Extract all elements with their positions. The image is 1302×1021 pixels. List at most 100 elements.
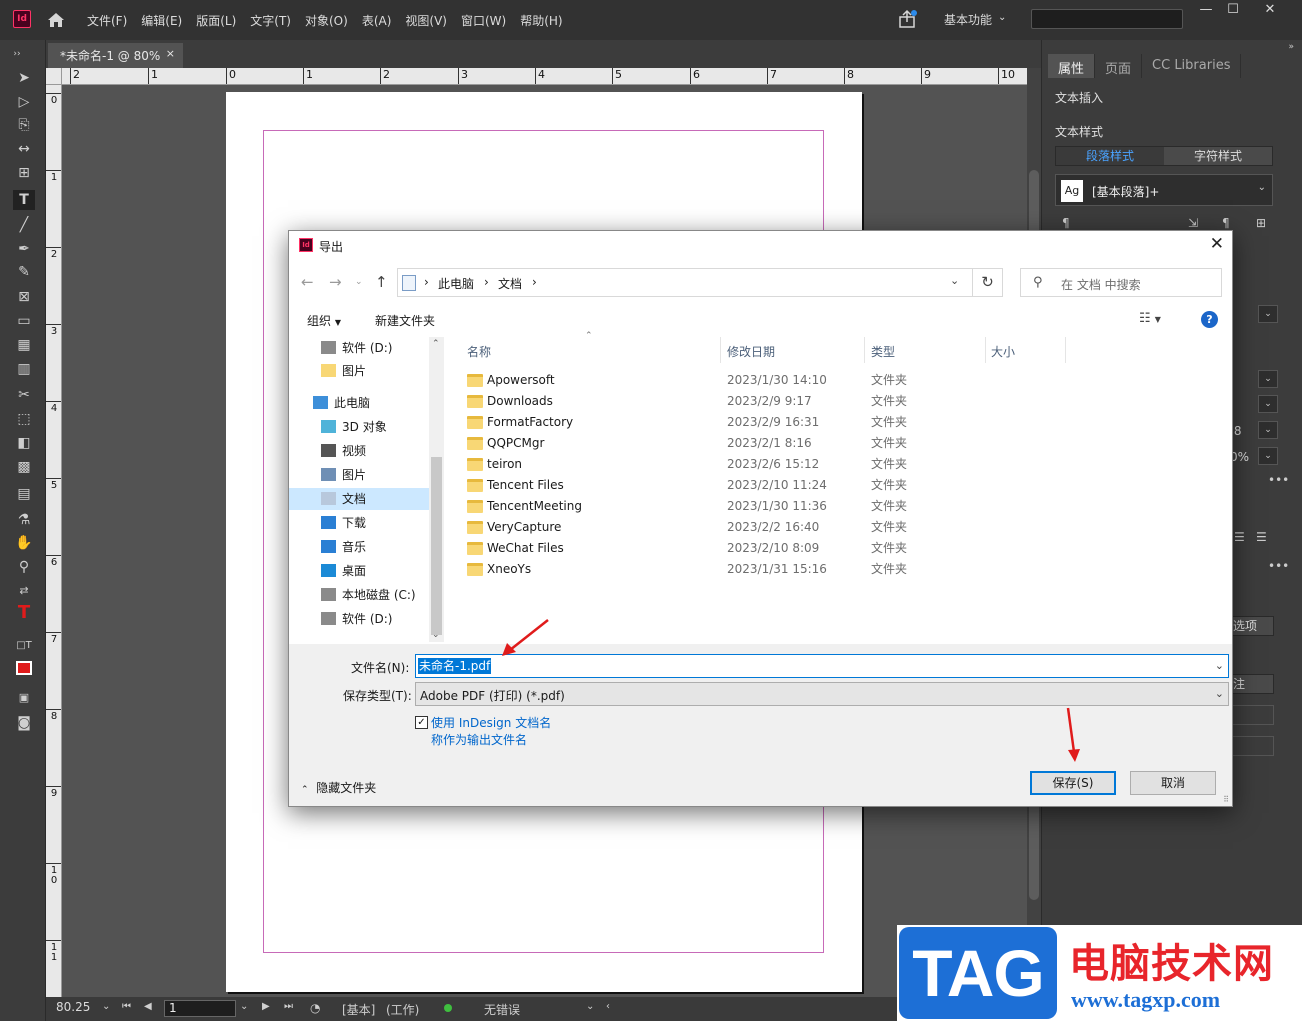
file-row[interactable]: Apowersoft 2023/1/30 14:10 文件夹 (459, 370, 1059, 391)
column-name[interactable]: 名称 (467, 343, 491, 360)
menu-item[interactable]: 文字(T) (243, 12, 298, 29)
nav-item[interactable]: 软件 (D:) (289, 337, 429, 359)
direct-selection-tool-icon[interactable]: ▷ (13, 92, 35, 112)
column-size[interactable]: 大小 (991, 343, 1015, 360)
options-button[interactable]: 选项 (1228, 616, 1274, 636)
line-tool-icon[interactable]: ╱ (13, 215, 35, 235)
table-tool-icon[interactable]: ▦ (13, 335, 35, 355)
eyedropper-tool-icon[interactable]: ⚗ (13, 510, 35, 530)
chevron-right-icon[interactable]: › (532, 275, 537, 289)
nav-item[interactable]: 视频 (289, 440, 429, 462)
pilcrow-icon[interactable]: ¶ (1062, 216, 1070, 230)
hide-folders-toggle[interactable]: ⌃ 隐藏文件夹 (301, 779, 376, 796)
new-style-icon[interactable]: ⊞ (1256, 216, 1266, 230)
menu-item[interactable]: 表(A) (355, 12, 399, 29)
rectangle-frame-tool-icon[interactable]: ⊠ (13, 287, 35, 307)
cancel-button[interactable]: 取消 (1130, 771, 1216, 795)
file-row[interactable]: QQPCMgr 2023/2/1 8:16 文件夹 (459, 433, 1059, 454)
scissors-tool-icon[interactable]: ✂ (13, 385, 35, 405)
fill-stroke-icon[interactable]: T (13, 603, 35, 623)
close-dialog-button[interactable]: ✕ (1210, 234, 1224, 254)
use-document-name-checkbox[interactable]: ✓ (415, 716, 428, 729)
maximize-button[interactable]: ☐ (1217, 2, 1249, 22)
file-row[interactable]: teiron 2023/2/6 15:12 文件夹 (459, 454, 1059, 475)
file-row[interactable]: Downloads 2023/2/9 9:17 文件夹 (459, 391, 1059, 412)
recent-locations-icon[interactable]: ⌄ (355, 277, 363, 287)
collapse-icon[interactable]: ›› (6, 44, 28, 64)
view-options-icon[interactable]: ☷ ▼ (1139, 311, 1161, 326)
resize-grip-icon[interactable]: ⠿ (1223, 795, 1229, 804)
tab-properties[interactable]: 属性 (1048, 54, 1096, 78)
vertical-ruler[interactable]: 0 1 2 3 4 5 6 7 8 9 1 0 1 1 (46, 85, 62, 997)
page-tool-icon[interactable]: ⎘ (13, 115, 35, 135)
tab-paragraph-style[interactable]: 段落样式 (1056, 147, 1164, 165)
free-transform-tool-icon[interactable]: ⬚ (13, 409, 35, 429)
breadcrumb-documents[interactable]: 文档 (498, 275, 522, 292)
document-tab[interactable]: *未命名-1 @ 80% × (48, 43, 183, 68)
tab-character-style[interactable]: 字符样式 (1164, 147, 1272, 165)
clear-overrides-icon[interactable]: ¶ (1222, 216, 1230, 230)
menu-item[interactable]: 版面(L) (189, 12, 243, 29)
chevron-down-icon[interactable]: ⌄ (950, 274, 959, 287)
column-divider[interactable] (985, 337, 986, 363)
breadcrumb-this-pc[interactable]: 此电脑 (438, 275, 474, 292)
refresh-icon[interactable]: ↻ (973, 268, 1003, 297)
new-folder-button[interactable]: 新建文件夹 (375, 312, 435, 329)
note-tool-icon[interactable]: ▤ (13, 484, 35, 504)
nav-item[interactable]: 桌面 (289, 560, 429, 582)
menu-item[interactable]: 帮助(H) (513, 12, 569, 29)
type-tool-icon[interactable]: T (13, 190, 35, 210)
chevron-right-icon[interactable]: › (424, 275, 429, 289)
close-window-button[interactable]: ✕ (1254, 2, 1286, 22)
nav-item[interactable]: 本地磁盘 (C:) (289, 584, 429, 606)
note-button[interactable]: 注 (1228, 674, 1274, 694)
column-divider[interactable] (1065, 337, 1066, 363)
organize-button[interactable]: 组织 ▼ (307, 312, 341, 329)
error-status[interactable]: 无错误 (484, 1001, 520, 1018)
menu-item[interactable]: 编辑(E) (134, 12, 189, 29)
filetype-select[interactable]: Adobe PDF (打印) (*.pdf) ⌄ (415, 682, 1229, 706)
justify-icon[interactable]: ☰ (1256, 530, 1267, 544)
nav-item[interactable]: 文档 (289, 488, 429, 510)
global-search-input[interactable] (1031, 9, 1183, 29)
nav-item[interactable]: 此电脑 (289, 392, 429, 414)
help-icon[interactable]: ? (1201, 311, 1218, 328)
file-row[interactable]: Tencent Files 2023/2/10 11:24 文件夹 (459, 475, 1059, 496)
dialog-titlebar[interactable]: Id 导出 ✕ (289, 231, 1232, 261)
nav-item[interactable]: 图片 (289, 464, 429, 486)
chevron-right-icon[interactable]: › (484, 275, 489, 289)
more-options-icon[interactable]: ••• (1268, 559, 1289, 573)
panel-field[interactable] (1228, 736, 1274, 756)
nav-item[interactable]: 3D 对象 (289, 416, 429, 438)
scrollbar-thumb[interactable] (431, 457, 442, 635)
column-date[interactable]: 修改日期 (727, 343, 775, 360)
swap-colors-icon[interactable]: ⇄ (13, 581, 35, 601)
file-row[interactable]: FormatFactory 2023/2/9 16:31 文件夹 (459, 412, 1059, 433)
chevron-down-icon[interactable]: ⌄ (102, 1001, 110, 1012)
nav-item[interactable]: 音乐 (289, 536, 429, 558)
selection-tool-icon[interactable]: ➤ (13, 68, 35, 88)
use-document-name-label[interactable]: 使用 InDesign 文档名 (431, 714, 551, 731)
tab-cc-libraries[interactable]: CC Libraries (1142, 54, 1242, 78)
nav-item[interactable]: 图片 (289, 360, 429, 382)
chevron-down-icon[interactable]: ⌄ (1258, 447, 1278, 465)
scroll-up-icon[interactable]: ⌃ (432, 339, 440, 349)
file-row[interactable]: TencentMeeting 2023/1/30 11:36 文件夹 (459, 496, 1059, 517)
column-type[interactable]: 类型 (871, 343, 895, 360)
file-row[interactable]: VeryCapture 2023/2/2 16:40 文件夹 (459, 517, 1059, 538)
content-collector-icon[interactable]: ⊞ (13, 163, 35, 183)
nav-item[interactable]: 软件 (D:) (289, 608, 429, 630)
page-number-input[interactable]: 1 (164, 1000, 236, 1017)
menu-item[interactable]: 视图(V) (398, 12, 454, 29)
horizontal-ruler[interactable]: 2 1 0 1 2 3 4 5 6 7 8 9 10 (62, 68, 1027, 85)
file-row[interactable]: WeChat Files 2023/2/10 8:09 文件夹 (459, 538, 1059, 559)
close-icon[interactable]: × (166, 47, 175, 60)
chevron-down-icon[interactable]: ⌄ (1258, 305, 1278, 323)
formatting-container-icon[interactable]: □T (13, 636, 35, 656)
address-bar[interactable]: › 此电脑 › 文档 › ⌄ (397, 268, 973, 297)
ruler-origin[interactable] (46, 68, 62, 85)
grid-tool-icon[interactable]: ▥ (13, 359, 35, 379)
chevron-down-icon[interactable]: ⌄ (1258, 370, 1278, 388)
gradient-feather-tool-icon[interactable]: ▩ (13, 457, 35, 477)
collapse-panel-icon[interactable]: » (1288, 42, 1294, 52)
